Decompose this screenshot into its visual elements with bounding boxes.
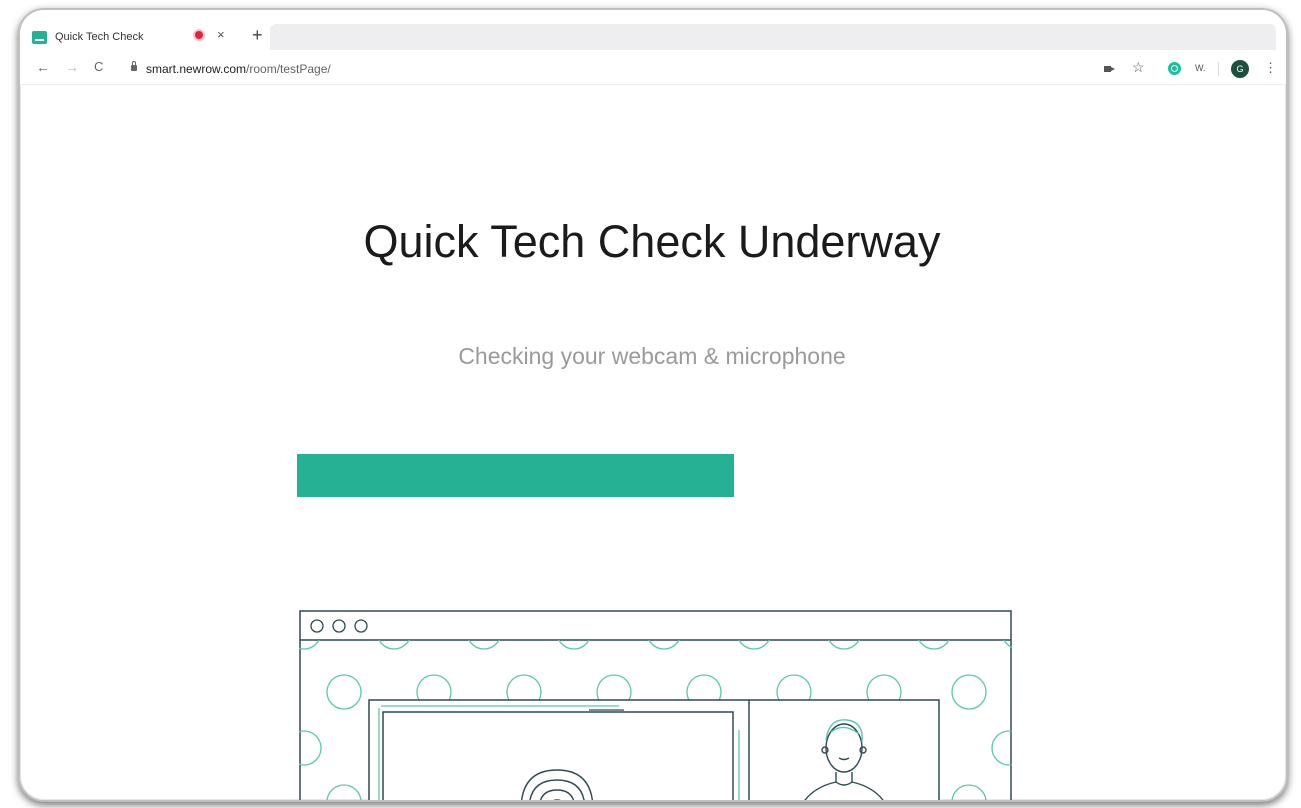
recording-dot-icon <box>195 31 203 39</box>
url-domain: smart.newrow.com <box>146 62 247 76</box>
new-tab-button[interactable]: + <box>252 26 263 44</box>
tech-check-illustration <box>299 610 1012 800</box>
tab-close-button[interactable]: × <box>217 28 225 41</box>
address-bar[interactable]: smart.newrow.com/room/testPage/ <box>146 62 331 76</box>
camera-icon[interactable] <box>1104 66 1115 72</box>
star-icon[interactable]: ☆ <box>1132 60 1145 74</box>
toolbar-divider <box>1218 62 1219 76</box>
browser-toolbar: ← → C smart.newrow.com/room/testPage/ ☆ … <box>20 54 1286 85</box>
window-dot-icon <box>354 619 368 633</box>
window-dot-icon <box>310 619 324 633</box>
progress-fill <box>297 454 734 497</box>
tab-strip: Quick Tech Check × + <box>20 10 1286 54</box>
browser-tab[interactable]: Quick Tech Check × <box>32 22 250 52</box>
tab-strip-background <box>270 24 1276 50</box>
forward-button[interactable]: → <box>65 59 79 75</box>
newrow-favicon-icon <box>32 30 47 44</box>
page-title: Quick Tech Check Underway <box>363 216 941 267</box>
lock-icon <box>131 61 137 71</box>
tab-title: Quick Tech Check <box>55 31 144 43</box>
extension-label[interactable]: W. <box>1195 63 1206 73</box>
profile-avatar[interactable]: G <box>1231 60 1249 78</box>
window-dot-icon <box>332 619 346 633</box>
reload-button[interactable]: C <box>94 59 103 75</box>
browser-menu-button[interactable]: ⋮ <box>1264 60 1277 76</box>
back-button[interactable]: ← <box>36 59 50 75</box>
url-path: /room/testPage/ <box>246 62 331 76</box>
progress-bar <box>297 454 887 497</box>
grammarly-icon[interactable] <box>1168 62 1181 75</box>
page-content: Quick Tech Check Underway Checking your … <box>20 85 1286 800</box>
browser-window: Quick Tech Check × + ← → C smart.newrow.… <box>18 8 1288 802</box>
page-subtitle: Checking your webcam & microphone <box>458 343 846 369</box>
